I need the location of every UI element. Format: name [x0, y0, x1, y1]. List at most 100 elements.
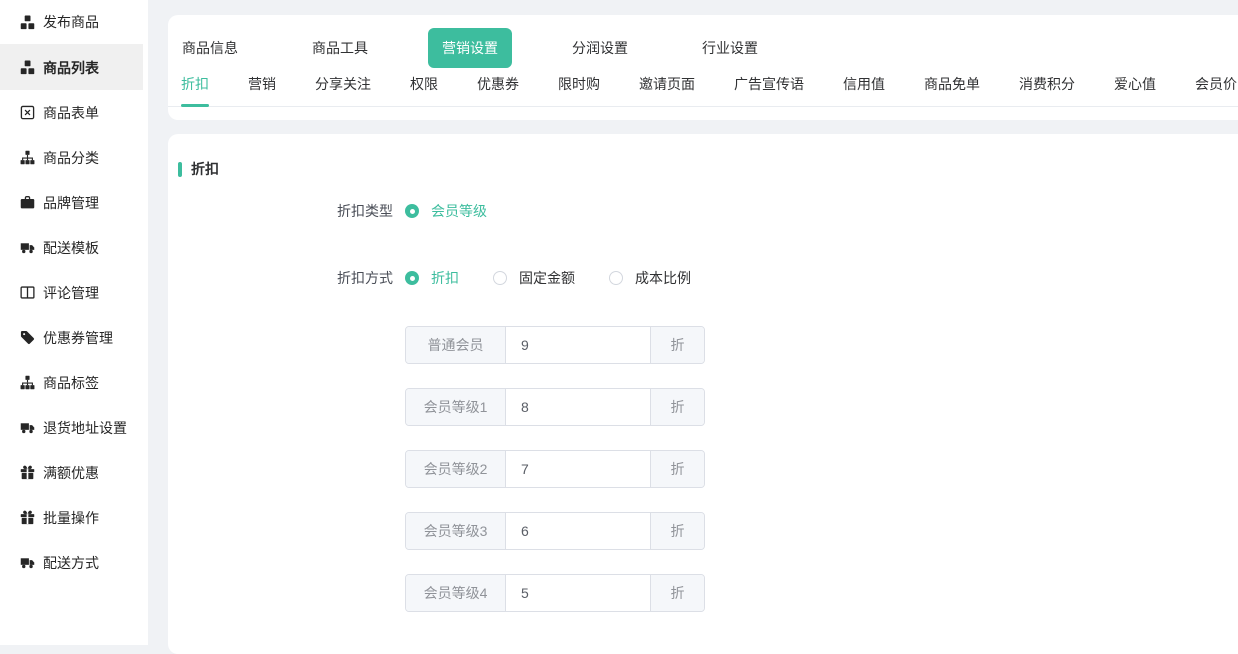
discount-unit: 折 — [650, 327, 704, 363]
subtab-share-follow[interactable]: 分享关注 — [315, 74, 371, 106]
subtab-discount[interactable]: 折扣 — [181, 74, 209, 106]
briefcase-icon — [20, 195, 35, 210]
discount-settings-card: 折扣 折扣类型 会员等级 折扣方式 折扣 固定金额 — [168, 134, 1238, 654]
sidebar-item-full-discount[interactable]: 满额优惠 — [0, 450, 143, 495]
tab-industry-settings[interactable]: 行业设置 — [688, 28, 772, 68]
subtab-ad-slogan[interactable]: 广告宣传语 — [734, 74, 804, 106]
discount-type-label: 折扣类型 — [168, 201, 393, 221]
discount-unit: 折 — [650, 575, 704, 611]
columns-icon — [20, 285, 35, 300]
sidebar-item-label: 满额优惠 — [43, 463, 99, 483]
discount-row-label: 会员等级3 — [406, 513, 506, 549]
sidebar-item-product-form[interactable]: 商品表单 — [0, 90, 143, 135]
tab-product-info[interactable]: 商品信息 — [168, 28, 252, 68]
discount-form: 折扣类型 会员等级 折扣方式 折扣 固定金额 — [168, 201, 1238, 612]
secondary-tab-bar: 折扣 营销 分享关注 权限 优惠券 限时购 邀请页面 广告宣传语 信用值 商品免… — [168, 74, 1238, 107]
discount-input-normal-member[interactable] — [506, 327, 650, 363]
section-title: 折扣 — [178, 159, 1238, 179]
sidebar-item-publish-product[interactable]: 发布商品 — [0, 0, 143, 45]
sitemap-icon — [20, 150, 35, 165]
discount-unit: 折 — [650, 513, 704, 549]
subtab-invite-page[interactable]: 邀请页面 — [639, 74, 695, 106]
truck-icon — [20, 555, 35, 570]
subtab-coupon[interactable]: 优惠券 — [477, 74, 519, 106]
radio-selected-icon[interactable] — [405, 271, 419, 285]
sidebar-item-label: 商品标签 — [43, 373, 99, 393]
section-title-text: 折扣 — [191, 159, 219, 179]
cubes-icon — [20, 15, 35, 30]
discount-mode-label: 折扣方式 — [168, 268, 393, 288]
sitemap-icon — [20, 375, 35, 390]
subtab-love-value[interactable]: 爱心值 — [1114, 74, 1156, 106]
discount-row-label: 普通会员 — [406, 327, 506, 363]
radio-discount[interactable]: 折扣 — [405, 268, 459, 288]
sidebar-item-brand-management[interactable]: 品牌管理 — [0, 180, 143, 225]
subtab-free-order[interactable]: 商品免单 — [924, 74, 980, 106]
truck-icon — [20, 420, 35, 435]
truck-icon — [20, 240, 35, 255]
discount-row-level-1: 会员等级1 折 — [405, 388, 705, 426]
subtab-consume-points[interactable]: 消费积分 — [1019, 74, 1075, 106]
sidebar-item-label: 发布商品 — [43, 12, 99, 32]
sidebar-item-batch-operations[interactable]: 批量操作 — [0, 495, 143, 540]
tabs-card: 商品信息 商品工具 营销设置 分润设置 行业设置 折扣 营销 分享关注 权限 优… — [168, 15, 1238, 120]
discount-row-normal-member: 普通会员 折 — [405, 326, 705, 364]
sidebar-item-label: 配送模板 — [43, 238, 99, 258]
discount-type-row: 折扣类型 会员等级 — [168, 201, 1238, 221]
sidebar-item-label: 商品分类 — [43, 148, 99, 168]
sidebar-item-delivery-template[interactable]: 配送模板 — [0, 225, 143, 270]
discount-row-label: 会员等级4 — [406, 575, 506, 611]
section-title-accent-bar — [178, 162, 182, 177]
tag-icon — [20, 330, 35, 345]
radio-cost-ratio[interactable]: 成本比例 — [609, 268, 691, 288]
subtab-member-price[interactable]: 会员价 — [1195, 74, 1237, 106]
sidebar-item-product-tags[interactable]: 商品标签 — [0, 360, 143, 405]
sidebar-item-label: 批量操作 — [43, 508, 99, 528]
discount-unit: 折 — [650, 451, 704, 487]
discount-row-level-3: 会员等级3 折 — [405, 512, 705, 550]
cubes-icon — [20, 60, 35, 75]
radio-member-level[interactable]: 会员等级 — [405, 201, 487, 221]
radio-unselected-icon[interactable] — [493, 271, 507, 285]
sidebar-item-delivery-method[interactable]: 配送方式 — [0, 540, 143, 585]
sidebar-item-label: 优惠券管理 — [43, 328, 113, 348]
tab-profit-settings[interactable]: 分润设置 — [558, 28, 642, 68]
discount-input-level-1[interactable] — [506, 389, 650, 425]
radio-unselected-icon[interactable] — [609, 271, 623, 285]
radio-selected-icon[interactable] — [405, 204, 419, 218]
subtab-flash-sale[interactable]: 限时购 — [558, 74, 600, 106]
discount-row-label: 会员等级1 — [406, 389, 506, 425]
sidebar-item-coupon-management[interactable]: 优惠券管理 — [0, 315, 143, 360]
subtab-permissions[interactable]: 权限 — [410, 74, 438, 106]
discount-row-label: 会员等级2 — [406, 451, 506, 487]
discount-unit: 折 — [650, 389, 704, 425]
discount-input-level-3[interactable] — [506, 513, 650, 549]
discount-row-level-4: 会员等级4 折 — [405, 574, 705, 612]
sidebar: 发布商品 商品列表 商品表单 商品分类 品牌管理 配送模板 评论 — [0, 0, 148, 645]
discount-input-level-4[interactable] — [506, 575, 650, 611]
sidebar-item-return-address[interactable]: 退货地址设置 — [0, 405, 143, 450]
subtab-credit-value[interactable]: 信用值 — [843, 74, 885, 106]
sidebar-item-product-list[interactable]: 商品列表 — [0, 45, 143, 90]
primary-tab-bar: 商品信息 商品工具 营销设置 分润设置 行业设置 — [168, 15, 1238, 68]
tab-marketing-settings[interactable]: 营销设置 — [428, 28, 512, 68]
gift-icon — [20, 510, 35, 525]
sidebar-item-label: 品牌管理 — [43, 193, 99, 213]
sidebar-item-label: 退货地址设置 — [43, 418, 127, 438]
square-x-icon — [20, 105, 35, 120]
sidebar-item-label: 商品表单 — [43, 103, 99, 123]
discount-type-options: 会员等级 — [405, 201, 487, 221]
discount-mode-row: 折扣方式 折扣 固定金额 成本比例 — [168, 268, 1238, 288]
sidebar-item-product-category[interactable]: 商品分类 — [0, 135, 143, 180]
sidebar-item-label: 评论管理 — [43, 283, 99, 303]
sidebar-item-label: 商品列表 — [43, 58, 99, 78]
discount-row-level-2: 会员等级2 折 — [405, 450, 705, 488]
radio-fixed-amount[interactable]: 固定金额 — [493, 268, 575, 288]
sidebar-item-comment-management[interactable]: 评论管理 — [0, 270, 143, 315]
sidebar-item-label: 配送方式 — [43, 553, 99, 573]
tab-product-tools[interactable]: 商品工具 — [298, 28, 382, 68]
subtab-marketing[interactable]: 营销 — [248, 74, 276, 106]
discount-input-level-2[interactable] — [506, 451, 650, 487]
gift-icon — [20, 465, 35, 480]
discount-mode-options: 折扣 固定金额 成本比例 — [405, 268, 691, 288]
